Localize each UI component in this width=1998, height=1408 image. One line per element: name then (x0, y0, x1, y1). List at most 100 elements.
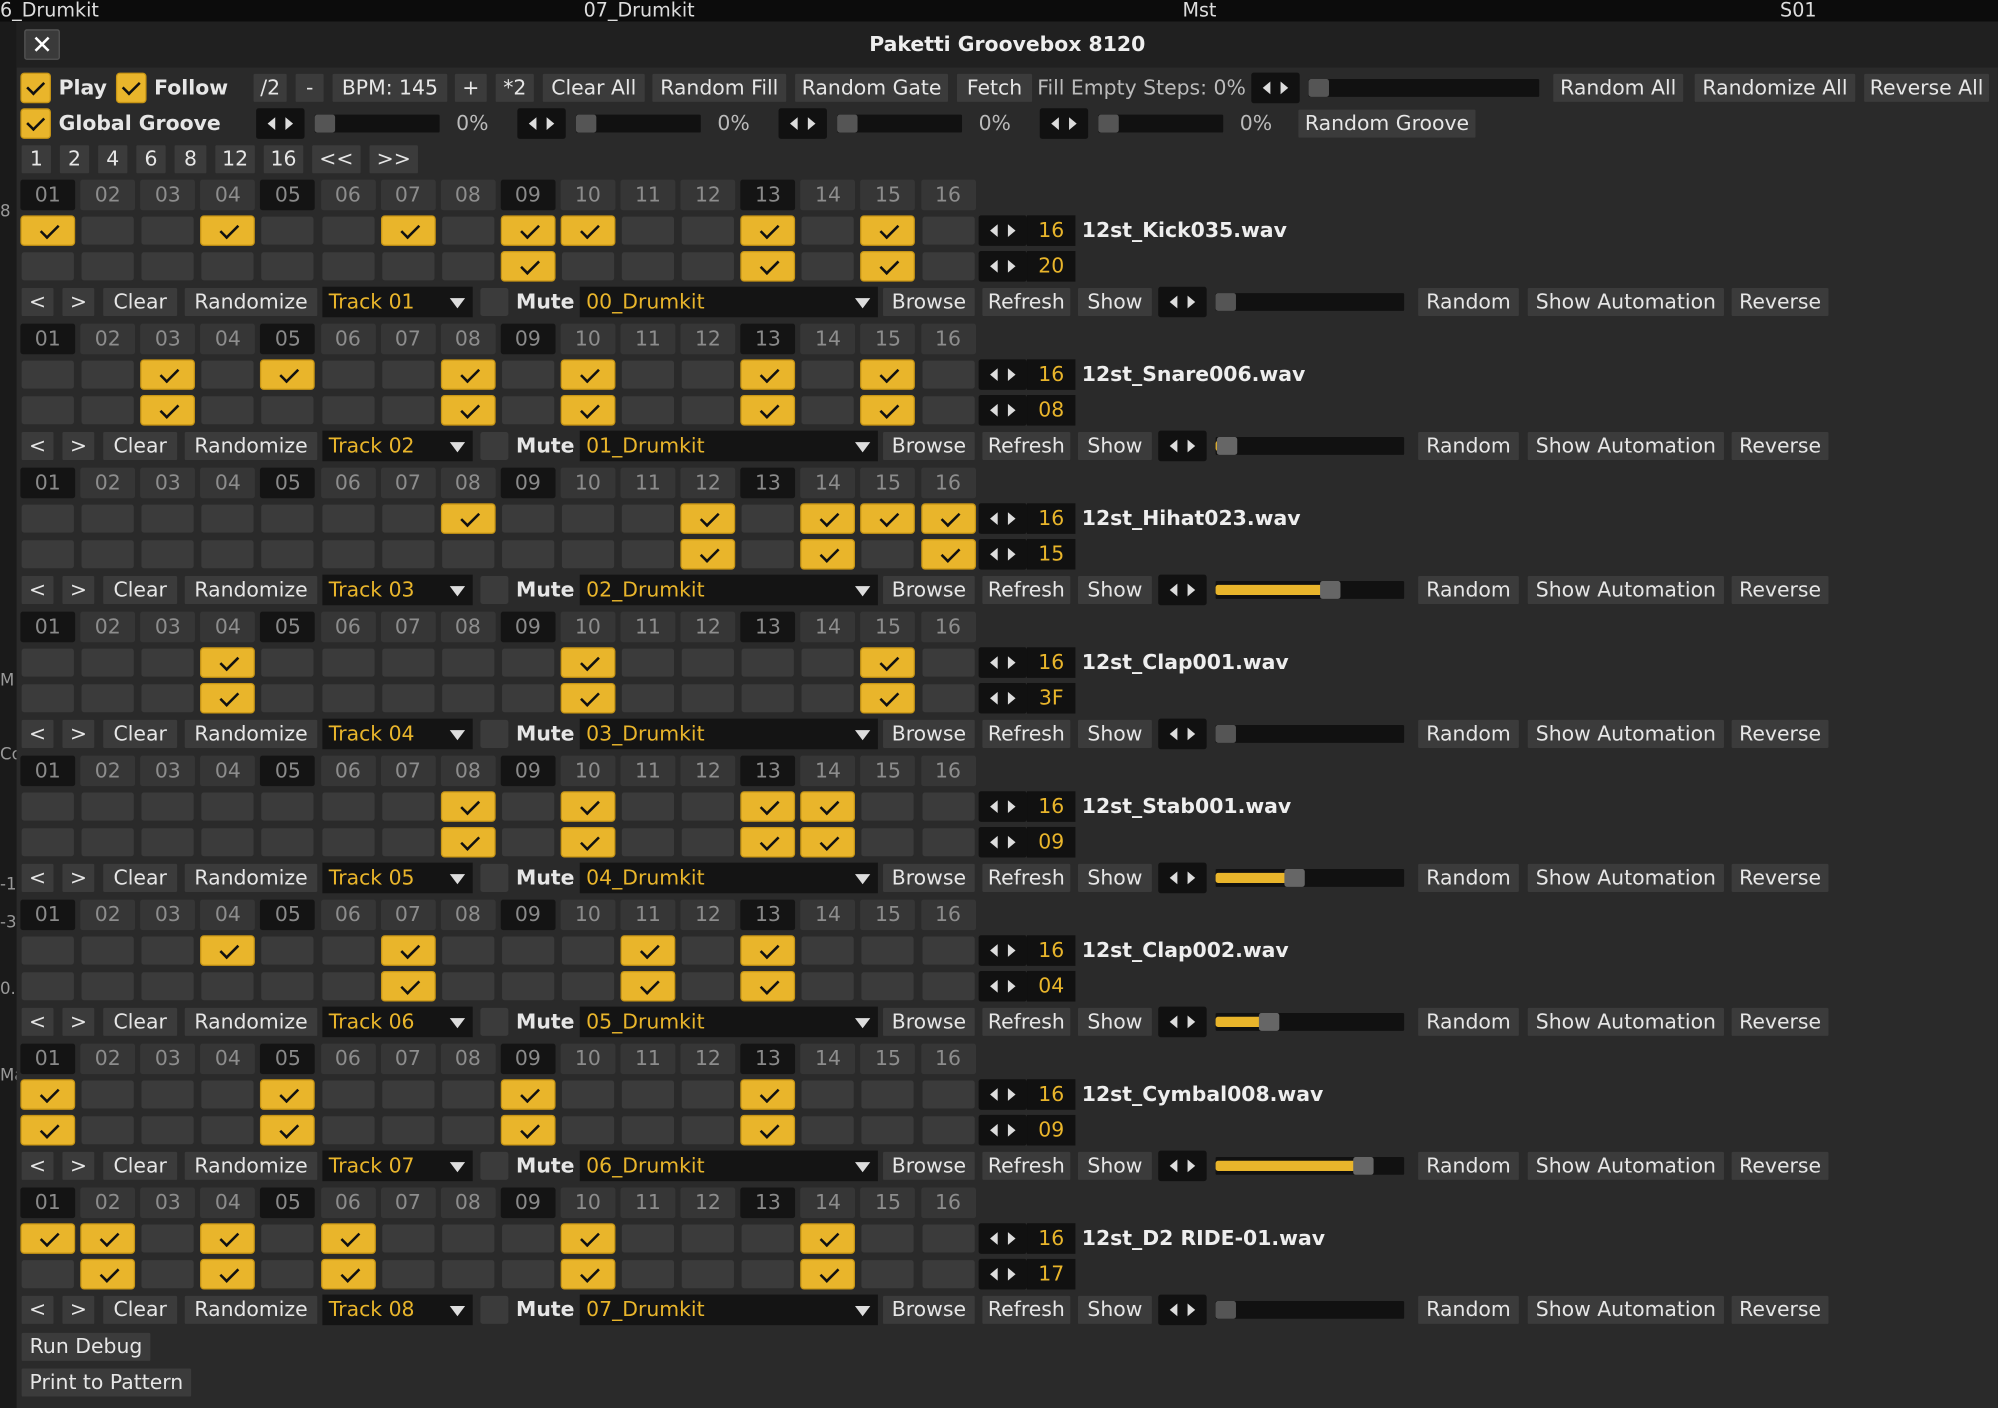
step-toggle[interactable] (680, 647, 736, 678)
instrument-selector[interactable]: 02_Drumkit (579, 574, 878, 606)
step-toggle[interactable] (80, 1258, 136, 1290)
step-toggle[interactable] (560, 1223, 616, 1254)
mute-checkbox[interactable] (479, 286, 510, 318)
fill-empty-slider[interactable] (1307, 77, 1541, 99)
step-toggle[interactable] (380, 935, 436, 966)
step-toggle[interactable] (200, 1114, 256, 1146)
steps-spinner[interactable] (978, 215, 1028, 246)
step-toggle[interactable] (80, 503, 136, 534)
random-track-button[interactable]: Random (1416, 574, 1521, 606)
step-toggle[interactable] (200, 251, 256, 282)
step-toggle[interactable] (260, 503, 316, 534)
step-toggle[interactable] (620, 251, 676, 282)
step-toggle[interactable] (260, 251, 316, 282)
track-selector[interactable]: Track 01 (322, 286, 473, 318)
step-toggle[interactable] (560, 791, 616, 822)
clear-track-button[interactable]: Clear (101, 862, 179, 894)
slider-thumb[interactable] (1353, 1156, 1374, 1175)
track-slider[interactable] (1214, 1299, 1406, 1321)
step-toggle[interactable] (860, 682, 916, 714)
groove-slider-1[interactable] (313, 113, 441, 134)
step-toggle[interactable] (140, 1079, 196, 1110)
step-toggle[interactable] (560, 395, 616, 426)
prev-step-button[interactable]: < (20, 1150, 55, 1182)
step-toggle[interactable] (260, 359, 316, 390)
step-toggle[interactable] (380, 826, 436, 858)
step-toggle[interactable] (20, 826, 76, 858)
track-slider[interactable] (1214, 435, 1406, 457)
step-toggle[interactable] (860, 538, 916, 570)
step-toggle[interactable] (680, 215, 736, 246)
step-toggle[interactable] (200, 970, 256, 1002)
groove-spinner-3[interactable] (778, 108, 827, 139)
step-toggle[interactable] (500, 682, 556, 714)
groove-spinner-4[interactable] (1039, 108, 1089, 139)
step-toggle[interactable] (140, 1258, 196, 1290)
step-toggle[interactable] (680, 935, 736, 966)
step-toggle[interactable] (200, 647, 256, 678)
step-toggle[interactable] (440, 647, 496, 678)
step-toggle[interactable] (800, 215, 856, 246)
step-toggle[interactable] (620, 395, 676, 426)
track-slider-spinner[interactable] (1158, 1006, 1207, 1038)
print-to-pattern-button[interactable]: Print to Pattern (20, 1367, 193, 1398)
slider-thumb[interactable] (575, 114, 597, 133)
value-spinner[interactable] (978, 395, 1028, 426)
step-toggle[interactable] (860, 251, 916, 282)
random-track-button[interactable]: Random (1416, 1150, 1521, 1182)
slider-thumb[interactable] (1215, 1300, 1236, 1319)
step-toggle[interactable] (860, 1079, 916, 1110)
step-toggle[interactable] (380, 359, 436, 390)
groove-spinner-2[interactable] (517, 108, 566, 139)
step-toggle[interactable] (20, 1079, 76, 1110)
step-toggle[interactable] (440, 538, 496, 570)
step-toggle[interactable] (380, 1114, 436, 1146)
step-toggle[interactable] (80, 251, 136, 282)
track-selector[interactable]: Track 03 (322, 574, 473, 606)
clear-track-button[interactable]: Clear (101, 718, 179, 750)
step-toggle[interactable] (800, 395, 856, 426)
groove-slider-4[interactable] (1097, 113, 1225, 134)
step-toggle[interactable] (440, 395, 496, 426)
global-groove-checkbox[interactable] (20, 108, 51, 139)
step-toggle[interactable] (380, 1079, 436, 1110)
randomize-track-button[interactable]: Randomize (183, 1006, 319, 1038)
random-track-button[interactable]: Random (1416, 286, 1521, 318)
step-toggle[interactable] (560, 935, 616, 966)
bpm-minus-button[interactable]: - (294, 72, 325, 104)
show-button[interactable]: Show (1076, 1294, 1154, 1326)
random-gate-button[interactable]: Random Gate (793, 72, 950, 104)
step-toggle[interactable] (80, 1223, 136, 1254)
track-selector[interactable]: Track 06 (322, 1006, 473, 1038)
step-toggle[interactable] (260, 215, 316, 246)
step-toggle[interactable] (680, 1079, 736, 1110)
step-toggle[interactable] (200, 791, 256, 822)
step-toggle[interactable] (260, 1114, 316, 1146)
step-toggle[interactable] (260, 826, 316, 858)
step-toggle[interactable] (260, 935, 316, 966)
mute-checkbox[interactable] (479, 862, 510, 894)
step-toggle[interactable] (320, 970, 376, 1002)
track-selector[interactable]: Track 05 (322, 862, 473, 894)
value-spinner[interactable] (978, 826, 1028, 858)
reverse-all-button[interactable]: Reverse All (1862, 72, 1991, 104)
step-toggle[interactable] (620, 1079, 676, 1110)
steps-spinner[interactable] (978, 1223, 1028, 1254)
step-toggle[interactable] (860, 215, 916, 246)
step-toggle[interactable] (800, 359, 856, 390)
step-toggle[interactable] (80, 395, 136, 426)
value-spinner[interactable] (978, 1114, 1028, 1146)
step-toggle[interactable] (200, 826, 256, 858)
instrument-selector[interactable]: 06_Drumkit (579, 1150, 878, 1182)
step-toggle[interactable] (500, 503, 556, 534)
random-track-button[interactable]: Random (1416, 1294, 1521, 1326)
step-toggle[interactable] (620, 970, 676, 1002)
step-toggle[interactable] (320, 395, 376, 426)
random-track-button[interactable]: Random (1416, 718, 1521, 750)
steps-spinner[interactable] (978, 359, 1028, 390)
step-toggle[interactable] (80, 647, 136, 678)
step-toggle[interactable] (500, 1114, 556, 1146)
refresh-button[interactable]: Refresh (981, 1294, 1072, 1326)
show-automation-button[interactable]: Show Automation (1526, 1006, 1726, 1038)
step-toggle[interactable] (440, 1079, 496, 1110)
